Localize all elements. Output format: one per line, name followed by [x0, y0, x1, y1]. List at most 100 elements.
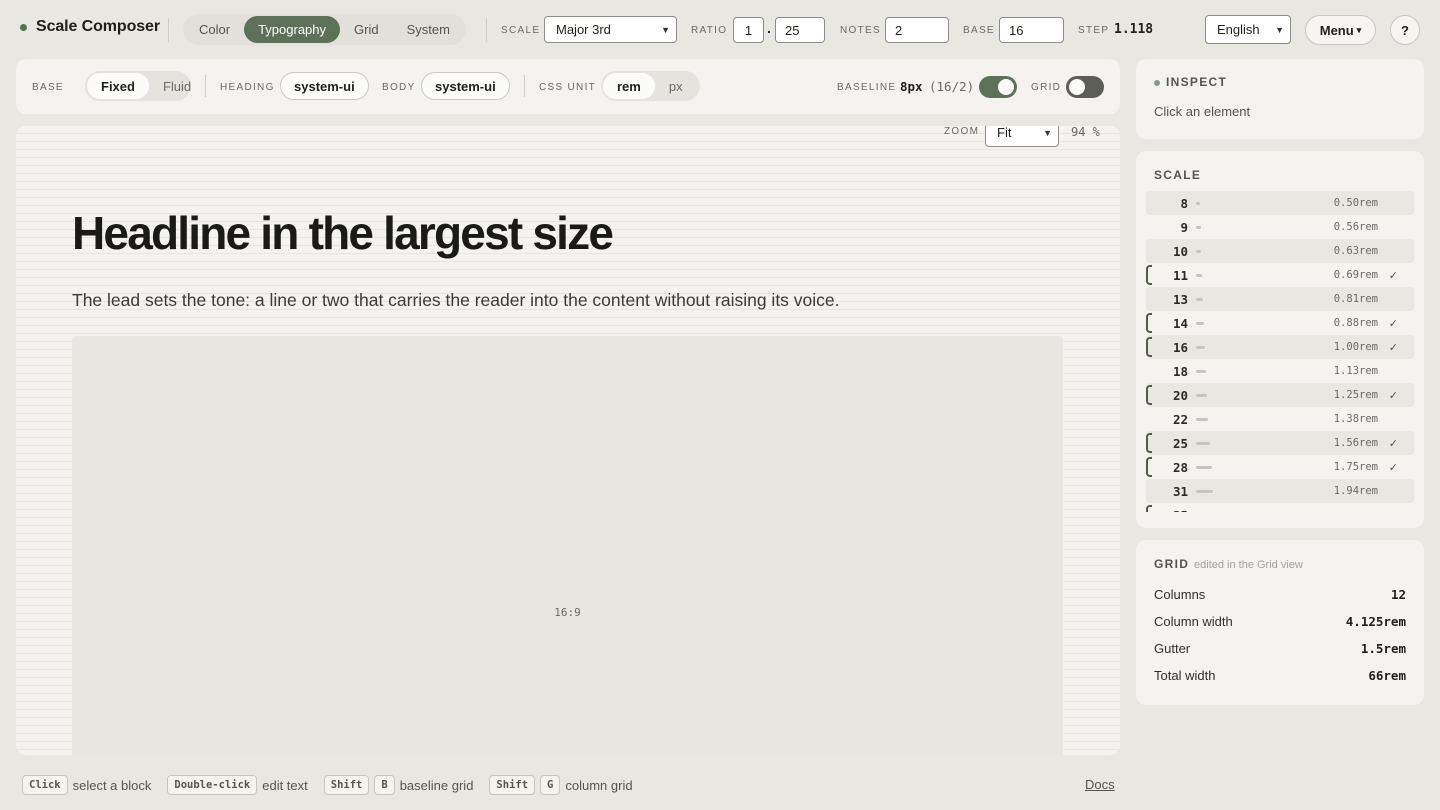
- zoom-label: ZOOM: [944, 126, 980, 137]
- baseline-toggle[interactable]: [979, 76, 1017, 98]
- body-font-picker[interactable]: system-ui: [421, 72, 510, 100]
- language-select-value: English: [1217, 22, 1260, 37]
- scale-step-row[interactable]: 22 1.38rem: [1146, 407, 1414, 431]
- preview-media-block[interactable]: 16:9: [72, 336, 1063, 755]
- tab-grid[interactable]: Grid: [340, 16, 393, 43]
- notes-label: NOTES: [840, 25, 881, 36]
- grid-row-total-width: Total width 66rem: [1154, 668, 1406, 683]
- app-title: Scale Composer: [36, 18, 160, 35]
- scale-step-row[interactable]: 20 1.25rem ✓: [1146, 383, 1414, 407]
- preview-headline[interactable]: Headline in the largest size: [72, 206, 614, 260]
- step-label: STEP: [1078, 25, 1110, 36]
- status-dot-icon: [1154, 80, 1160, 86]
- inspect-title: INSPECT: [1166, 75, 1228, 89]
- scale-step-size: 28: [1172, 459, 1188, 475]
- scale-step-size: 10: [1172, 243, 1188, 259]
- grid-key: Column width: [1154, 614, 1233, 629]
- tab-typography[interactable]: Typography: [244, 16, 341, 43]
- baseline-label: BASELINE: [837, 82, 897, 93]
- zoom-select[interactable]: Fit ▼: [985, 126, 1059, 147]
- scale-step-row[interactable]: 9 0.56rem: [1146, 215, 1414, 239]
- media-aspect-label: 16:9: [554, 606, 581, 619]
- brand: Scale Composer: [20, 18, 160, 36]
- divider: [168, 18, 169, 42]
- scale-step-row[interactable]: 31 1.94rem: [1146, 479, 1414, 503]
- scale-step-bar: [1196, 369, 1206, 373]
- scale-step-row[interactable]: 25 1.56rem ✓: [1146, 431, 1414, 455]
- scale-step-row[interactable]: 11 0.69rem ✓: [1146, 263, 1414, 287]
- ratio-label: RATIO: [691, 25, 728, 36]
- hint-text: select a block: [72, 777, 152, 793]
- key-double-click: Double-click: [167, 775, 258, 795]
- scale-step-bar-track: [1188, 465, 1318, 469]
- step-value: 1.118: [1114, 22, 1154, 37]
- scale-step-row[interactable]: 14 0.88rem ✓: [1146, 311, 1414, 335]
- key-shift: Shift: [323, 775, 370, 795]
- scale-select[interactable]: Major 3rd ▼: [544, 16, 677, 43]
- scale-step-size: 20: [1172, 387, 1188, 403]
- notes-input[interactable]: 2: [885, 17, 949, 43]
- ratio-whole-input[interactable]: 1: [733, 17, 764, 43]
- scale-step-row[interactable]: 16 1.00rem ✓: [1146, 335, 1414, 359]
- inspect-hint: Click an element: [1154, 104, 1251, 119]
- scale-step-size: 14: [1172, 315, 1188, 331]
- scale-step-bar-track: [1188, 249, 1318, 253]
- scale-step-row[interactable]: 10 0.63rem: [1146, 239, 1414, 263]
- check-icon: ✓: [1388, 341, 1398, 354]
- key-b: B: [374, 775, 395, 795]
- grid-row-column-width: Column width 4.125rem: [1154, 614, 1406, 629]
- tab-color[interactable]: Color: [185, 16, 244, 43]
- scale-step-bar: [1196, 417, 1208, 421]
- css-unit-px[interactable]: px: [655, 73, 697, 99]
- chevron-down-icon: ▼: [1275, 24, 1284, 35]
- scale-step-rem: 0.81rem: [1333, 293, 1378, 305]
- scale-step-bar: [1196, 249, 1201, 253]
- scale-step-bar-track: [1188, 489, 1318, 493]
- tab-system[interactable]: System: [393, 16, 464, 43]
- scale-step-rem: 1.00rem: [1333, 341, 1378, 353]
- ratio-fraction-input[interactable]: 25: [775, 17, 825, 43]
- scale-list[interactable]: 8 0.50rem 9 0.56rem 10 0.63rem 11 0.69rem ✓ 13 0.8…: [1146, 191, 1414, 512]
- scale-step-rem: 0.56rem: [1333, 221, 1378, 233]
- scale-label: SCALE: [501, 25, 541, 36]
- scale-step-bar-track: [1188, 417, 1318, 421]
- scale-step-bar-track: [1188, 345, 1318, 349]
- key-click: Click: [22, 775, 68, 795]
- scale-step-rem: 0.50rem: [1333, 197, 1378, 209]
- scale-step-bar-track: [1188, 321, 1318, 325]
- scale-step-row[interactable]: 35: [1146, 503, 1414, 512]
- scale-step-bar-track: [1188, 297, 1318, 301]
- chevron-down-icon: ▾: [1356, 24, 1362, 35]
- menu-button[interactable]: Menu ▾: [1305, 15, 1376, 45]
- grid-toggle[interactable]: [1066, 76, 1104, 98]
- preview-canvas[interactable]: ZOOM Fit ▼ 94 % Headline in the largest …: [16, 126, 1120, 755]
- css-unit-rem[interactable]: rem: [603, 73, 655, 99]
- scale-step-rem: 0.63rem: [1333, 245, 1378, 257]
- scale-step-row[interactable]: 13 0.81rem: [1146, 287, 1414, 311]
- heading-font-picker[interactable]: system-ui: [280, 72, 369, 100]
- scale-step-row[interactable]: 8 0.50rem: [1146, 191, 1414, 215]
- base-input[interactable]: 16: [999, 17, 1064, 43]
- shortcut-hints: Click select a block Double-click edit t…: [22, 774, 649, 796]
- scale-step-bar: [1196, 273, 1202, 277]
- scale-step-row[interactable]: 28 1.75rem ✓: [1146, 455, 1414, 479]
- divider: [486, 18, 487, 42]
- base-mode-label: BASE: [32, 82, 64, 93]
- base-mode-fluid[interactable]: Fluid: [149, 73, 205, 99]
- scale-step-rem: 1.13rem: [1333, 365, 1378, 377]
- scale-step-rem: 1.25rem: [1333, 389, 1378, 401]
- help-button[interactable]: ?: [1390, 15, 1420, 45]
- divider: [524, 75, 525, 97]
- hint-text: edit text: [262, 777, 308, 793]
- scale-step-row[interactable]: 18 1.13rem: [1146, 359, 1414, 383]
- scale-step-bar-track: [1188, 225, 1318, 229]
- divider: [205, 75, 206, 97]
- view-tabs: Color Typography Grid System: [183, 14, 466, 45]
- language-select[interactable]: English ▼: [1205, 15, 1291, 44]
- scale-step-bar: [1196, 225, 1201, 229]
- base-mode-fixed[interactable]: Fixed: [87, 73, 149, 99]
- preview-lead[interactable]: The lead sets the tone: a line or two th…: [72, 290, 840, 311]
- docs-link[interactable]: Docs: [1085, 777, 1115, 792]
- key-shift: Shift: [489, 775, 536, 795]
- scale-step-size: 31: [1172, 483, 1188, 499]
